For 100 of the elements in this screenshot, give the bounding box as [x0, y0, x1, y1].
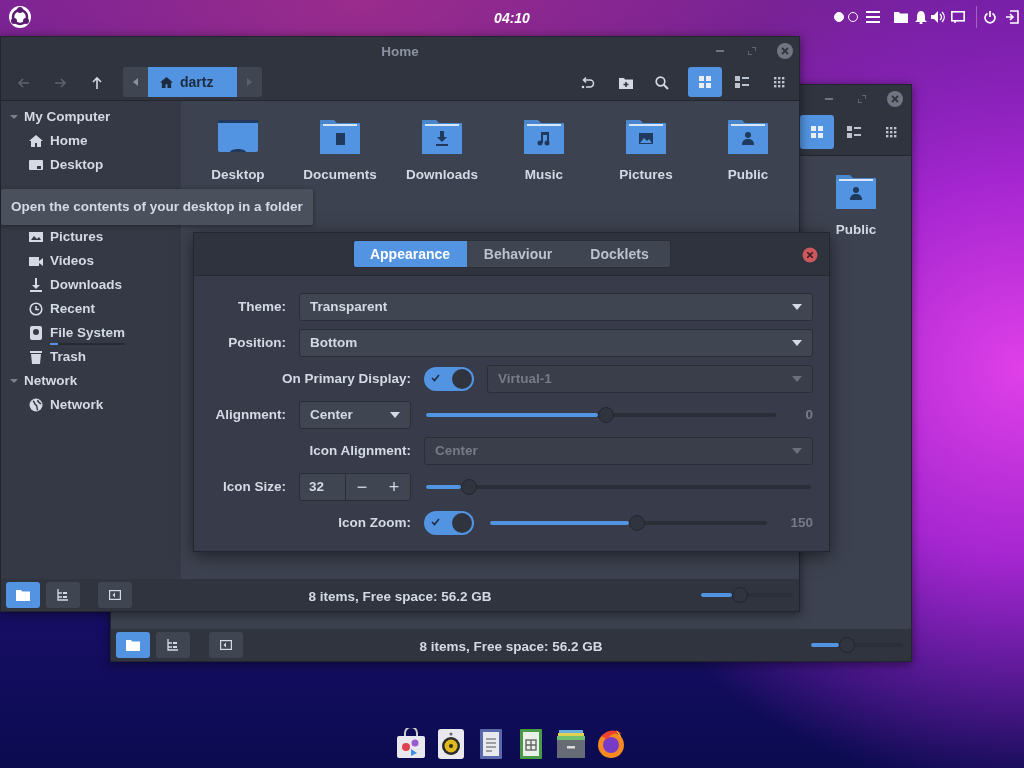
sidebar-item[interactable]: Downloads — [50, 274, 122, 296]
sidebar-heading[interactable]: My Computer — [24, 106, 111, 128]
slider-handle[interactable] — [597, 407, 614, 423]
slider[interactable] — [426, 406, 776, 424]
person-folder-icon — [835, 174, 877, 210]
dropdown[interactable]: Transparent — [299, 293, 813, 321]
toggle-switch[interactable] — [424, 511, 474, 535]
up-arrow-icon[interactable] — [90, 76, 104, 90]
sidebar-item[interactable]: Trash — [50, 346, 87, 368]
download-folder-icon — [421, 119, 463, 155]
power-icon[interactable] — [983, 10, 997, 24]
tab[interactable]: Behaviour — [466, 241, 570, 267]
view-pane-button[interactable] — [6, 582, 40, 608]
home-icon — [160, 75, 173, 89]
view-pane-button[interactable] — [156, 632, 190, 658]
maximize-icon[interactable] — [858, 95, 866, 103]
slider-handle[interactable] — [460, 479, 477, 495]
speaker-icon[interactable] — [931, 10, 945, 24]
person-folder-icon — [727, 119, 769, 155]
caret-right-icon — [247, 78, 253, 86]
sidebar-item[interactable]: Videos — [50, 250, 95, 272]
view-pane-button[interactable] — [46, 582, 80, 608]
view-pane-button[interactable] — [209, 632, 243, 658]
maximize-icon[interactable] — [748, 47, 756, 55]
search-icon[interactable] — [655, 76, 669, 90]
sidebar-item[interactable]: Desktop — [50, 154, 104, 176]
slider-value: 0 — [804, 405, 813, 424]
check-icon — [431, 374, 440, 382]
drawer-icon[interactable] — [556, 728, 586, 760]
tab[interactable]: Docklets — [569, 241, 670, 267]
browser-icon[interactable] — [596, 728, 626, 760]
field-label: Alignment: — [214, 405, 286, 424]
path-button[interactable]: dartz — [148, 67, 238, 97]
slider[interactable] — [426, 478, 811, 496]
logo-icon[interactable] — [8, 5, 32, 29]
file-name[interactable]: Pictures — [619, 165, 673, 186]
file-name[interactable]: Downloads — [406, 165, 478, 186]
slider-fill[interactable] — [811, 643, 839, 647]
undo-icon[interactable] — [581, 76, 595, 90]
screen-icon[interactable] — [951, 10, 965, 24]
slider[interactable] — [490, 514, 767, 532]
sidebar-item[interactable]: Home — [50, 130, 88, 152]
caret-down-icon — [390, 412, 400, 418]
monitor-folder-icon — [217, 119, 259, 155]
slider-fill[interactable] — [701, 593, 733, 597]
grid-view-icon — [699, 76, 711, 88]
sidebar-item[interactable]: Recent — [50, 298, 95, 320]
folder-icon — [126, 639, 140, 651]
field-label: Icon Zoom: — [337, 513, 411, 532]
monitor-icon — [29, 158, 43, 172]
dropdown[interactable]: Bottom — [299, 329, 813, 357]
caret-down-icon[interactable] — [10, 113, 18, 121]
field-label: Icon Size: — [222, 477, 286, 496]
slider[interactable] — [701, 586, 793, 604]
sidebar-item[interactable]: File System — [50, 322, 126, 344]
slider-fill[interactable] — [490, 521, 629, 525]
close-icon[interactable] — [802, 247, 818, 263]
file-name[interactable]: Desktop — [211, 165, 265, 186]
caret-down-icon — [792, 304, 802, 310]
new-folder-icon[interactable] — [619, 76, 633, 90]
logout-icon[interactable] — [1005, 10, 1019, 24]
slider-handle[interactable] — [732, 587, 749, 603]
view-mode-button[interactable] — [800, 115, 834, 149]
field-label: Theme: — [237, 297, 286, 316]
globe-icon — [29, 398, 43, 412]
close-icon[interactable] — [887, 91, 903, 107]
caret-down-icon — [792, 340, 802, 346]
sidebar-toggle-icon — [109, 590, 121, 600]
menu-icon[interactable] — [866, 10, 880, 24]
file-name[interactable]: Documents — [303, 165, 377, 186]
view-pane-button[interactable] — [98, 582, 132, 608]
slider-handle[interactable] — [838, 637, 855, 653]
clock[interactable]: 04:10 — [494, 8, 530, 29]
slider[interactable] — [811, 636, 903, 654]
folder-icon[interactable] — [894, 10, 908, 24]
status-text: 8 items, Free space: 56.2 GB — [308, 588, 492, 606]
speaker-icon[interactable] — [436, 728, 466, 760]
tree-icon — [57, 589, 69, 601]
trash-icon — [29, 350, 43, 364]
field-label: On Primary Display: — [280, 369, 411, 388]
shopping-bag-icon[interactable] — [396, 728, 426, 760]
file-name[interactable]: Music — [524, 165, 564, 186]
file-name[interactable]: Public — [727, 165, 769, 186]
number-field[interactable]: 32 − + — [299, 473, 411, 501]
workspace-dot[interactable] — [834, 12, 844, 22]
window-title: Home — [381, 43, 419, 61]
file-name[interactable]: Public — [835, 220, 877, 241]
slider-fill[interactable] — [426, 485, 461, 489]
sidebar-item[interactable]: Network — [50, 394, 104, 416]
close-icon[interactable] — [777, 43, 793, 59]
bell-icon[interactable] — [914, 10, 928, 24]
picture-icon — [29, 230, 43, 244]
view-pane-button[interactable] — [116, 632, 150, 658]
sidebar-item[interactable]: Pictures — [50, 226, 104, 248]
sidebar-toggle-icon — [220, 640, 232, 650]
sidebar-heading[interactable]: Network — [24, 370, 78, 392]
dropdown[interactable]: Center — [299, 401, 411, 429]
caret-down-icon[interactable] — [10, 377, 18, 385]
slider-fill[interactable] — [426, 413, 598, 417]
slider-handle[interactable] — [628, 515, 645, 531]
